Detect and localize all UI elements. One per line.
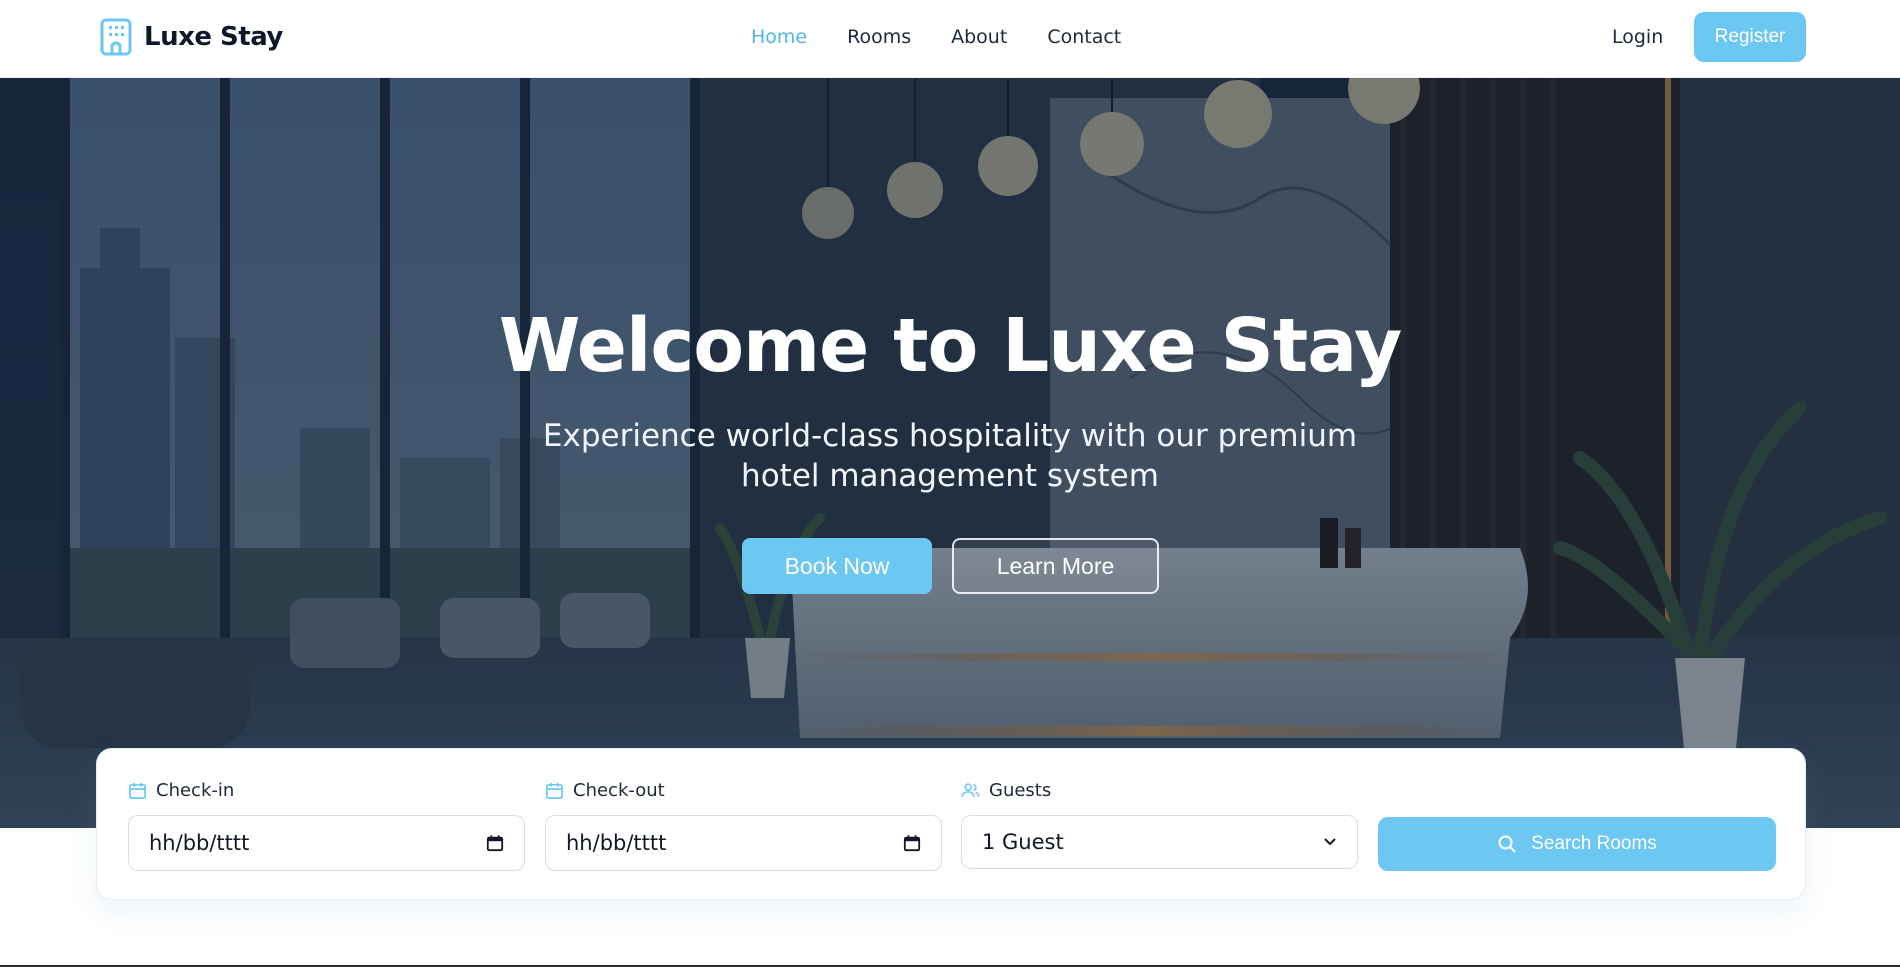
- calendar-icon[interactable]: [903, 834, 921, 852]
- main-nav: Home Rooms About Contact: [751, 26, 1121, 48]
- guests-select[interactable]: 1 Guest: [961, 815, 1358, 869]
- brand-name: Luxe Stay: [144, 22, 283, 52]
- guests-value: 1 Guest: [982, 830, 1064, 854]
- hero-title: Welcome to Luxe Stay: [498, 303, 1402, 389]
- checkin-label: Check-in: [156, 779, 235, 801]
- hero-actions: Book Now Learn More: [742, 538, 1159, 594]
- nav-link-rooms[interactable]: Rooms: [847, 26, 911, 48]
- guests-label: Guests: [989, 779, 1052, 801]
- checkout-value: hh/bb/tttt: [566, 831, 667, 855]
- checkin-date-input[interactable]: hh/bb/tttt: [128, 815, 525, 871]
- users-icon: [961, 782, 980, 797]
- calendar-icon[interactable]: [486, 834, 504, 852]
- checkin-value: hh/bb/tttt: [149, 831, 250, 855]
- book-now-button[interactable]: Book Now: [742, 538, 932, 594]
- calendar-icon: [546, 782, 563, 799]
- search-rooms-button[interactable]: Search Rooms: [1378, 817, 1776, 871]
- booking-search-card: Check-in hh/bb/tttt Check-out hh/bb/tttt: [96, 748, 1806, 900]
- nav-link-contact[interactable]: Contact: [1047, 26, 1121, 48]
- brand-logo-link[interactable]: Luxe Stay: [100, 18, 283, 56]
- register-button[interactable]: Register: [1694, 12, 1806, 62]
- hero-subtitle: Experience world-class hospitality with …: [542, 418, 1358, 494]
- calendar-icon: [129, 782, 146, 799]
- search-icon: [1498, 835, 1516, 853]
- learn-more-button[interactable]: Learn More: [952, 538, 1159, 594]
- checkout-date-input[interactable]: hh/bb/tttt: [545, 815, 942, 871]
- login-link[interactable]: Login: [1612, 26, 1663, 48]
- search-rooms-label: Search Rooms: [1531, 833, 1657, 854]
- checkout-label: Check-out: [573, 779, 665, 801]
- hotel-building-icon: [100, 18, 132, 56]
- checkout-field: Check-out: [545, 779, 665, 801]
- checkin-field: Check-in: [128, 779, 234, 801]
- guests-field: Guests: [961, 779, 1051, 801]
- chevron-down-icon: [1324, 838, 1336, 846]
- hero-section: Welcome to Luxe Stay Experience world-cl…: [0, 78, 1900, 828]
- top-navbar: Luxe Stay Home Rooms About Contact Login…: [0, 0, 1900, 78]
- nav-link-about[interactable]: About: [951, 26, 1007, 48]
- nav-link-home[interactable]: Home: [751, 26, 807, 48]
